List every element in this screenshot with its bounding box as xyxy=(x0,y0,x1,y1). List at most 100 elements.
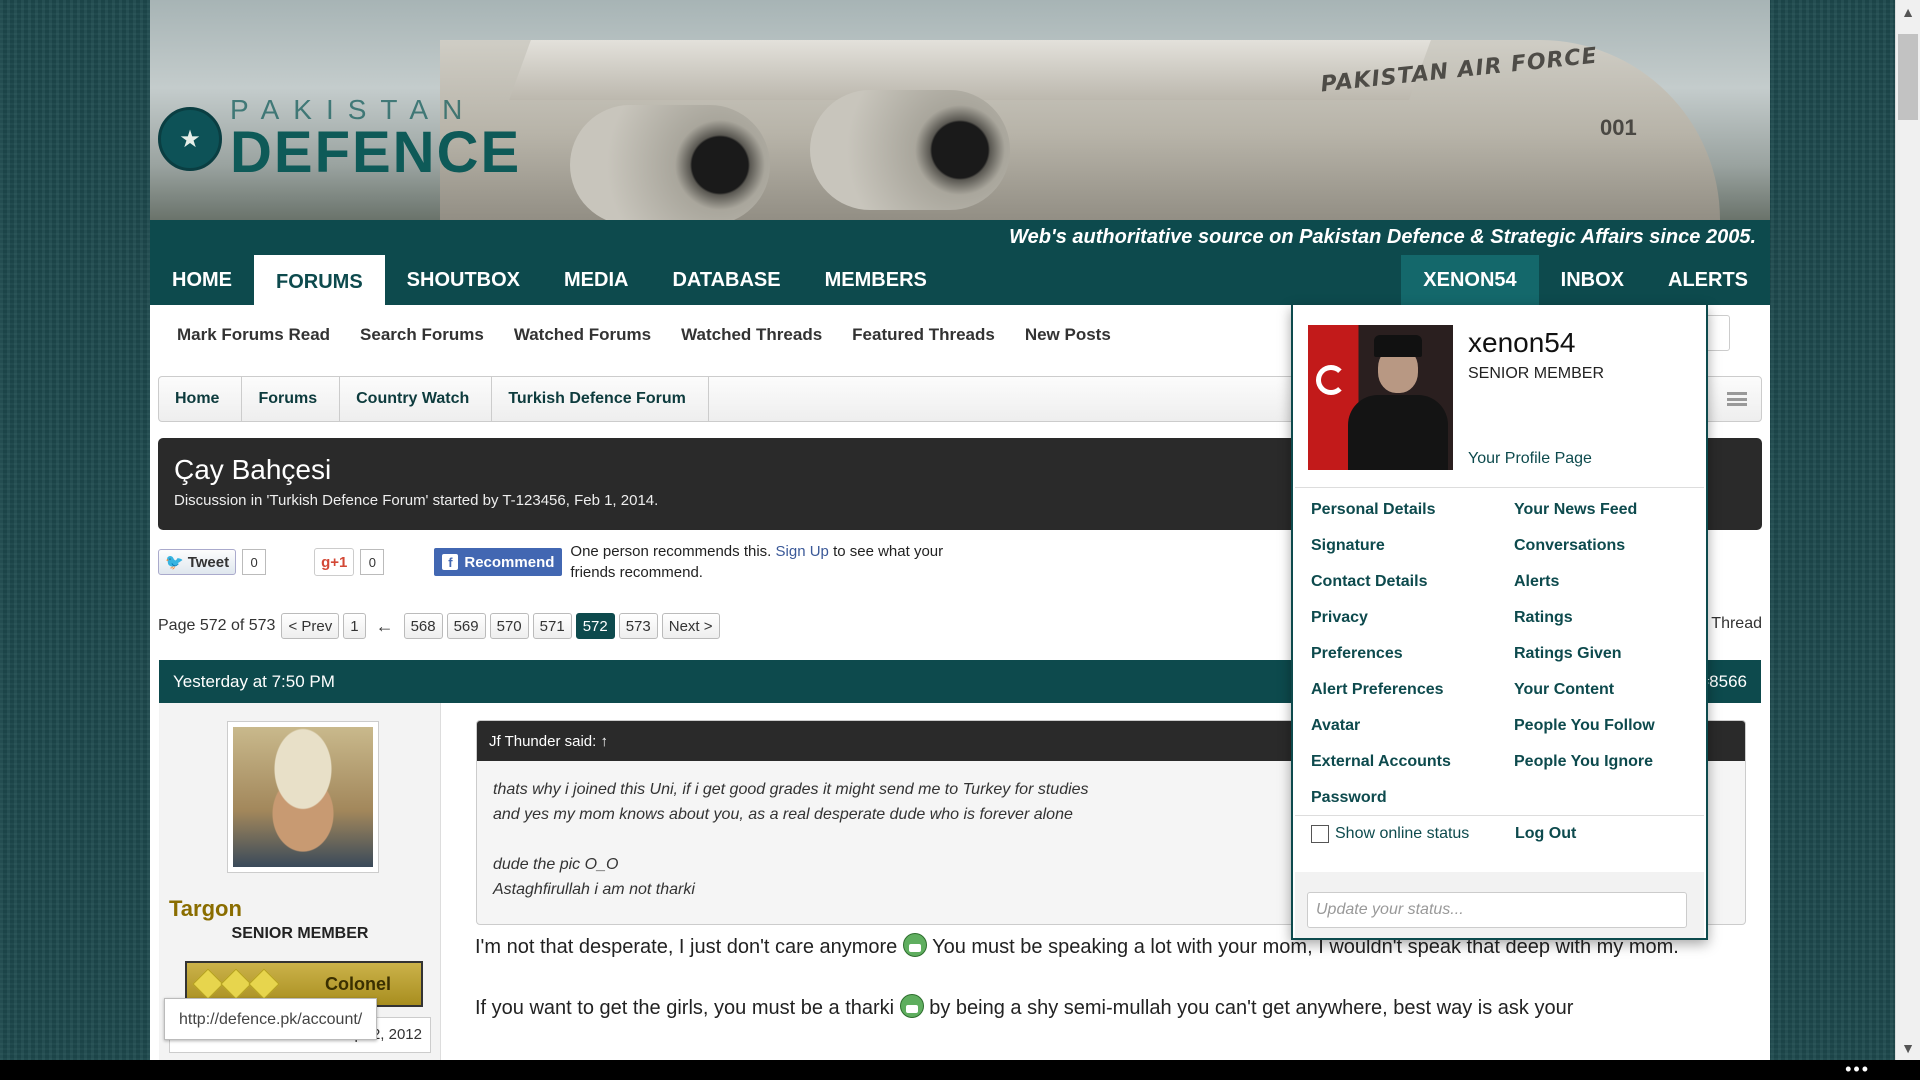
show-online-status-toggle[interactable]: Show online status xyxy=(1311,825,1469,843)
status-update-area: Update your status... xyxy=(1295,872,1704,938)
breadcrumb-home[interactable]: Home xyxy=(159,377,243,421)
your-content-link[interactable]: Your Content xyxy=(1514,672,1704,708)
logout-link[interactable]: Log Out xyxy=(1515,825,1576,843)
facebook-icon: f xyxy=(442,554,459,570)
search-forums-link[interactable]: Search Forums xyxy=(360,325,484,345)
post-time[interactable]: Yesterday at 7:50 PM xyxy=(173,672,335,692)
contact-details-link[interactable]: Contact Details xyxy=(1311,564,1514,600)
nav-forums[interactable]: FORUMS xyxy=(254,255,385,305)
first-page-button[interactable]: 1 xyxy=(343,613,366,639)
logo-text-small: PAKISTAN xyxy=(230,94,477,125)
engine-image xyxy=(570,105,770,220)
nav-database[interactable]: DATABASE xyxy=(650,255,802,305)
privacy-link[interactable]: Privacy xyxy=(1311,600,1514,636)
new-posts-link[interactable]: New Posts xyxy=(1025,325,1111,345)
signature-link[interactable]: Signature xyxy=(1311,528,1514,564)
divider xyxy=(1295,815,1704,816)
breadcrumb-forums[interactable]: Forums xyxy=(242,377,341,421)
personal-details-link[interactable]: Personal Details xyxy=(1311,492,1514,528)
engine-image xyxy=(810,90,1010,210)
nav-media[interactable]: MEDIA xyxy=(542,255,650,305)
facebook-recommend-button[interactable]: f Recommend xyxy=(434,548,563,576)
watched-forums-link[interactable]: Watched Forums xyxy=(514,325,651,345)
scroll-down-icon[interactable]: ▼ xyxy=(1896,1036,1920,1060)
gplus-button[interactable]: g +1 xyxy=(314,548,355,576)
post-text: If you want to get the girls, you must b… xyxy=(475,997,895,1019)
nav-inbox[interactable]: INBOX xyxy=(1539,255,1646,305)
plane-number: 001 xyxy=(1600,115,1637,140)
scrollbar-thumb[interactable] xyxy=(1898,34,1918,120)
current-page-button[interactable]: 572 xyxy=(575,613,615,639)
menu-icon[interactable] xyxy=(1727,392,1747,406)
mark-forums-read-link[interactable]: Mark Forums Read xyxy=(177,325,330,345)
header-banner: PAKISTAN AIR FORCE 001 ★ PAKISTAN DEFENC… xyxy=(150,0,1770,220)
show-online-status-label: Show online status xyxy=(1335,825,1470,842)
tagline: Web's authoritative source on Pakistan D… xyxy=(150,220,1770,255)
facebook-recommend-text: One person recommends this. Sign Up to s… xyxy=(570,541,990,583)
tweet-button[interactable]: 🐦 Tweet xyxy=(158,549,237,575)
avatar-figure xyxy=(1374,335,1422,357)
page-button[interactable]: 571 xyxy=(532,613,572,639)
page-button[interactable]: 573 xyxy=(618,613,658,639)
alerts-link[interactable]: Alerts xyxy=(1514,564,1704,600)
password-link[interactable]: Password xyxy=(1311,780,1514,816)
page-jump-arrow[interactable]: ← xyxy=(370,616,400,637)
scrollbar[interactable]: ▲ ▼ xyxy=(1895,0,1920,1060)
featured-threads-link[interactable]: Featured Threads xyxy=(852,325,995,345)
alert-preferences-link[interactable]: Alert Preferences xyxy=(1311,672,1514,708)
page-button[interactable]: 568 xyxy=(403,613,443,639)
facebook-recommend-label: Recommend xyxy=(464,553,555,571)
nav-account[interactable]: XENON54 xyxy=(1401,255,1539,305)
fb-signup-link[interactable]: Sign Up xyxy=(776,543,829,560)
avatar-image xyxy=(233,727,373,867)
author-username[interactable]: Targon xyxy=(169,896,242,922)
breadcrumb-country-watch[interactable]: Country Watch xyxy=(340,377,493,421)
author-avatar[interactable] xyxy=(227,721,379,873)
account-avatar[interactable] xyxy=(1308,325,1453,470)
account-links: Personal Details Your News Feed Signatur… xyxy=(1311,492,1704,816)
post-body: I'm not that desperate, I just don't car… xyxy=(475,932,1765,1054)
status-update-input[interactable]: Update your status... xyxy=(1307,892,1687,928)
divider xyxy=(1295,487,1704,488)
profile-page-link[interactable]: Your Profile Page xyxy=(1468,450,1592,468)
next-page-button[interactable]: Next > xyxy=(661,613,720,639)
page-button[interactable]: 570 xyxy=(489,613,529,639)
nav-alerts[interactable]: ALERTS xyxy=(1646,255,1770,305)
news-feed-link[interactable]: Your News Feed xyxy=(1514,492,1704,528)
online-status-checkbox[interactable] xyxy=(1311,825,1329,843)
nav-home[interactable]: HOME xyxy=(150,255,254,305)
tweet-count: 0 xyxy=(242,549,267,575)
page-count: Page 572 of 573 xyxy=(158,617,276,634)
avatar-link[interactable]: Avatar xyxy=(1311,708,1514,744)
gplus-count: 0 xyxy=(360,549,385,575)
status-bar-url: http://defence.pk/account/ xyxy=(164,998,378,1040)
taskbar: ••• xyxy=(0,1060,1920,1080)
scroll-up-icon[interactable]: ▲ xyxy=(1896,0,1920,24)
plane-wing xyxy=(509,40,1431,100)
rank-diamond-icon xyxy=(248,968,280,1000)
people-you-follow-link[interactable]: People You Follow xyxy=(1514,708,1704,744)
ratings-given-link[interactable]: Ratings Given xyxy=(1514,636,1704,672)
more-options-icon[interactable]: ••• xyxy=(1845,1060,1870,1078)
account-username[interactable]: xenon54 xyxy=(1468,327,1575,359)
nav-members[interactable]: MEMBERS xyxy=(803,255,949,305)
nav-shoutbox[interactable]: SHOUTBOX xyxy=(385,255,542,305)
main-nav: HOME FORUMS SHOUTBOX MEDIA DATABASE MEMB… xyxy=(150,255,1770,305)
tweet-label: Tweet xyxy=(187,553,230,571)
account-title: SENIOR MEMBER xyxy=(1468,365,1605,382)
grin-smiley-icon xyxy=(902,933,927,957)
ratings-link[interactable]: Ratings xyxy=(1514,600,1704,636)
page: PAKISTAN AIR FORCE 001 ★ PAKISTAN DEFENC… xyxy=(150,0,1770,1080)
rank-label: Colonel xyxy=(325,973,391,994)
logo-text-big: DEFENCE xyxy=(230,120,522,185)
site-logo[interactable]: ★ PAKISTAN DEFENCE xyxy=(158,96,521,182)
avatar-figure xyxy=(1348,395,1448,470)
prev-page-button[interactable]: < Prev xyxy=(281,613,340,639)
people-you-ignore-link[interactable]: People You Ignore xyxy=(1514,744,1704,780)
preferences-link[interactable]: Preferences xyxy=(1311,636,1514,672)
page-button[interactable]: 569 xyxy=(446,613,486,639)
breadcrumb-turkish-defence-forum[interactable]: Turkish Defence Forum xyxy=(492,377,709,421)
watched-threads-link[interactable]: Watched Threads xyxy=(681,325,822,345)
external-accounts-link[interactable]: External Accounts xyxy=(1311,744,1514,780)
conversations-link[interactable]: Conversations xyxy=(1514,528,1704,564)
